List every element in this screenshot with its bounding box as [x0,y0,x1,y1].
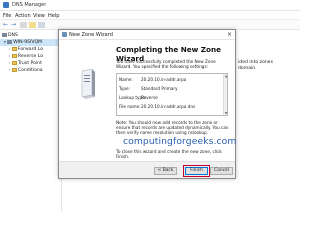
finish-button[interactable]: Finish [185,167,208,175]
folder-icon [11,60,17,65]
wizard-button-bar: < Back Finish Cancel [59,161,235,178]
forward-arrow-icon[interactable]: → [11,22,18,28]
menu-file[interactable]: File [3,13,11,19]
dns-icon [2,32,7,37]
collapse-chevron-icon[interactable]: › [9,68,10,72]
settings-row-type: Type: Standard Primary [119,86,178,91]
menu-bar: File Action View Help [0,11,300,20]
details-description: ided into zones domain. [238,60,274,71]
tree-item-dns[interactable]: DNS [0,32,62,39]
scroll-down-icon[interactable]: ▼ [224,111,228,115]
collapse-chevron-icon[interactable]: › [9,61,10,65]
folder-icon [11,46,17,51]
wizard-titlebar: New Zone Wizard × [59,30,235,40]
cancel-button[interactable]: Cancel [210,167,233,175]
settings-row-file-name: File name: 20.20.10.in-addr.arpa.dns [119,104,196,109]
settings-scrollbar[interactable]: ▲ ▼ [223,74,227,115]
toolbar-up-icon[interactable] [20,22,27,28]
collapse-chevron-icon[interactable]: › [9,54,10,58]
close-icon[interactable]: × [227,31,232,38]
menu-view[interactable]: View [33,13,45,19]
wizard-icon [62,32,67,37]
tree-item-reverse-lookup[interactable]: › Reverse Lo [0,53,62,60]
back-arrow-icon[interactable]: ← [3,22,10,28]
folder-icon [11,67,17,72]
app-titlebar: DNS Manager [0,0,300,11]
settings-row-name: Name: 20.20.10.in-addr.arpa [119,77,187,82]
tree-item-server[interactable]: ▾ WIN-9SIVQM [0,39,62,46]
folder-icon [11,53,17,58]
server-icon [7,39,13,44]
new-zone-wizard-dialog: New Zone Wizard × Completing the New Zon… [58,29,236,179]
dns-manager-icon [3,2,9,8]
app-title: DNS Manager [12,2,47,8]
toolbar-properties-icon[interactable] [38,22,45,28]
menu-help[interactable]: Help [48,13,59,19]
wizard-finish-instruction: To close this wizard and create the new … [116,149,222,160]
wizard-side-graphic [63,43,113,158]
settings-summary-box[interactable]: Name: 20.20.10.in-addr.arpa Type: Standa… [116,73,228,116]
site-watermark: computingforgeeks.com [123,136,237,147]
wizard-note-text: Note: You should now add records to the … [116,120,229,136]
details-pane: ided into zones domain. [236,31,300,211]
back-button[interactable]: < Back [154,167,177,175]
server-tower-icon [81,69,95,99]
scroll-up-icon[interactable]: ▲ [224,74,228,78]
wizard-intro-text: You have successfully completed the New … [116,59,216,70]
collapse-chevron-icon[interactable]: › [9,47,10,51]
settings-row-lookup-type: Lookup type: Reverse [119,95,158,100]
menu-action[interactable]: Action [15,13,31,19]
console-tree: DNS ▾ WIN-9SIVQM › Forward Lo › Reverse … [0,31,62,211]
toolbar-folder-icon[interactable] [29,22,36,28]
tree-item-trust-points[interactable]: › Trust Point [0,60,62,67]
tree-item-conditional-forwarders[interactable]: › Conditiona [0,67,62,74]
expand-chevron-icon[interactable]: ▾ [4,40,6,44]
tree-item-forward-lookup[interactable]: › Forward Lo [0,46,62,53]
wizard-title: New Zone Wizard [69,32,113,38]
